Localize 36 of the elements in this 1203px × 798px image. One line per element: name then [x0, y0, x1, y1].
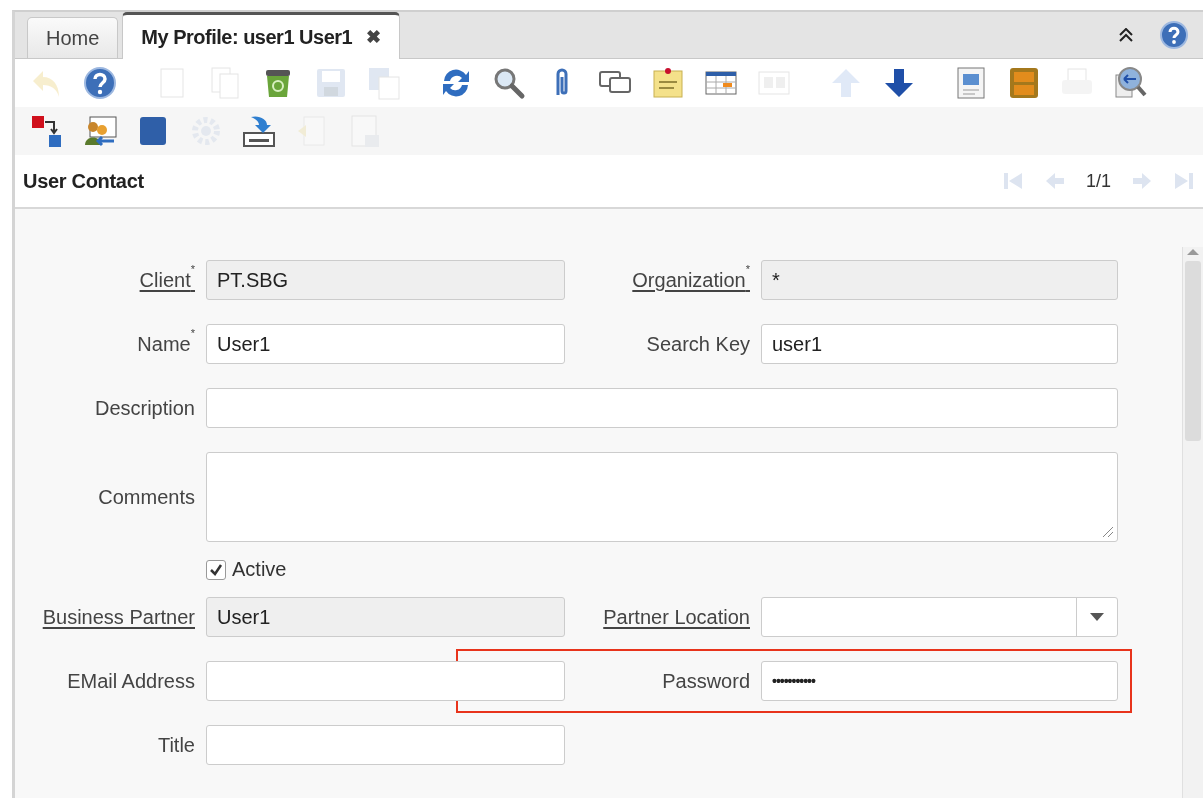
text-field[interactable]: user1	[761, 324, 1118, 364]
field-label: Comments	[98, 485, 195, 509]
help-icon[interactable]	[1159, 20, 1189, 50]
scrollbar[interactable]	[1182, 247, 1203, 798]
checkbox-label[interactable]: Active	[232, 558, 287, 581]
password-field[interactable]: •••••••••••	[761, 661, 1118, 701]
dropdown-field[interactable]	[761, 597, 1118, 637]
field-label[interactable]: Partner Location	[603, 605, 750, 629]
tab[interactable]: My Profile: user1 User1 ✖	[122, 12, 400, 59]
field-label: EMail Address	[67, 669, 195, 693]
tab[interactable]: Home	[27, 17, 119, 58]
field-label: Search Key	[646, 332, 750, 356]
field-label[interactable]: Business Partner	[42, 605, 195, 629]
record-counter: 1/1	[1085, 170, 1111, 192]
text-field[interactable]: User1	[206, 324, 565, 364]
note-icon[interactable]	[650, 65, 686, 101]
people-icon[interactable]	[82, 113, 118, 149]
collapse-icon[interactable]	[1119, 28, 1133, 42]
text-field[interactable]	[206, 725, 565, 765]
readonly-field: User1	[206, 597, 565, 637]
field-label: Description	[94, 396, 195, 420]
field-label: Title	[157, 733, 195, 757]
checkbox[interactable]	[206, 559, 226, 580]
resize-grip-icon[interactable]	[1102, 526, 1114, 538]
readonly-field: *	[761, 260, 1118, 300]
zoom-back-icon[interactable]	[1112, 65, 1148, 101]
text-field[interactable]	[206, 661, 565, 701]
section-title: User Contact	[23, 169, 144, 193]
text-field[interactable]	[206, 388, 1118, 428]
help-icon[interactable]	[82, 65, 118, 101]
readonly-field: PT.SBG	[206, 260, 565, 300]
field-label: Password	[662, 669, 750, 693]
close-icon[interactable]: ✖	[366, 26, 381, 48]
text-area[interactable]	[206, 452, 1118, 542]
scroll-up-icon[interactable]	[1187, 247, 1199, 255]
caret-down-icon[interactable]	[1090, 613, 1104, 621]
